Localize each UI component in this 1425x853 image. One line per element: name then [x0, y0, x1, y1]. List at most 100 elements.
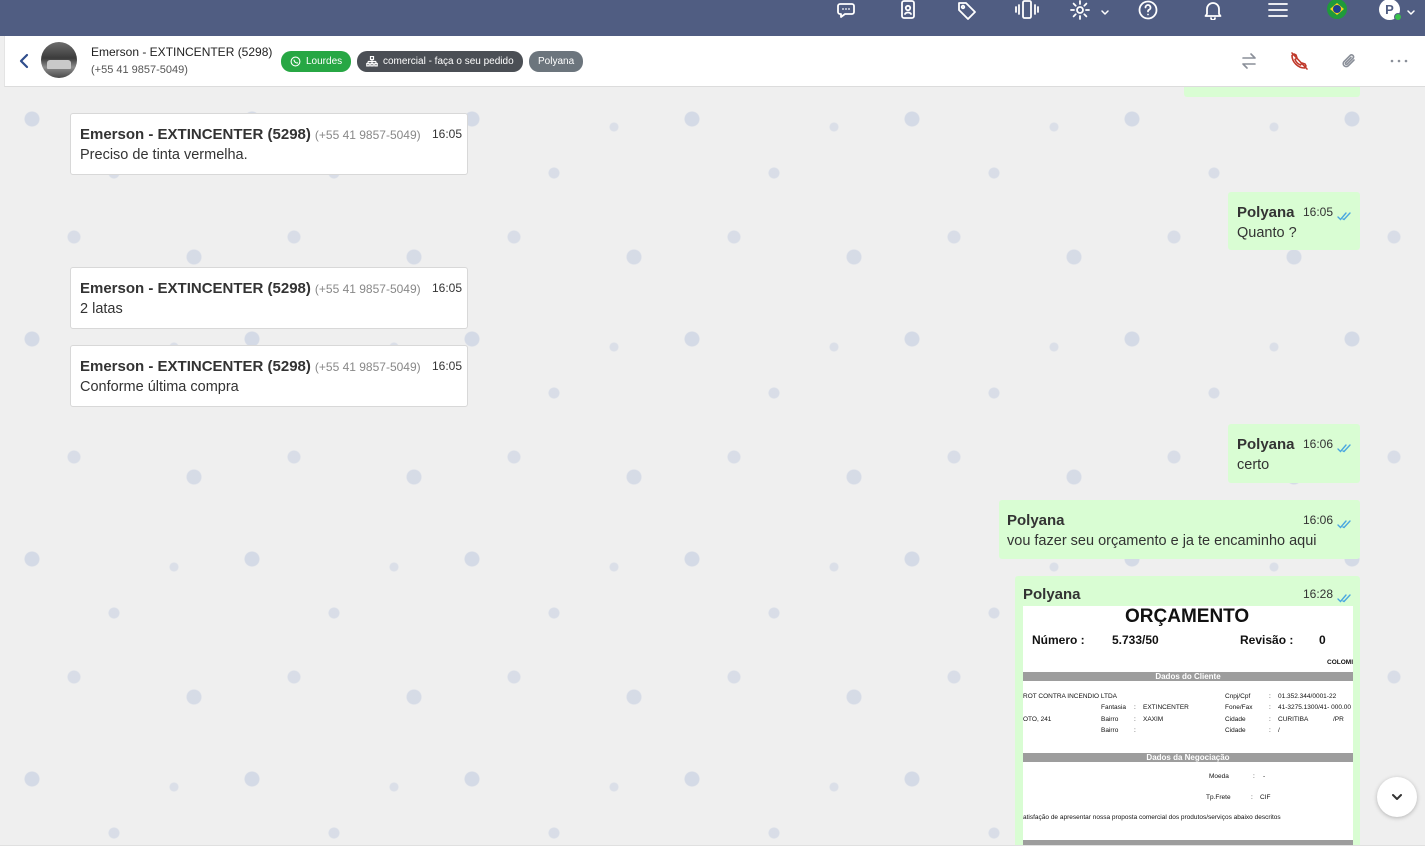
message-sender: Polyana — [1237, 436, 1295, 453]
read-check-icon — [1337, 590, 1353, 603]
doc-bairro-value: XAXIM — [1143, 716, 1164, 723]
doc-bairro2-label: Bairro — [1101, 727, 1119, 734]
user-avatar[interactable]: P — [1379, 0, 1402, 21]
contact-avatar[interactable] — [41, 42, 77, 78]
message-sender-phone: (+55 41 9857-5049) — [314, 360, 421, 374]
doc-corner-text: COLOMI — [1327, 659, 1353, 666]
scroll-to-bottom-button[interactable] — [1377, 777, 1417, 817]
brazil-flag-icon[interactable] — [1327, 0, 1347, 19]
doc-fantasia-value: EXTINCENTER — [1143, 704, 1189, 711]
doc-client-name: ROT CONTRA INCENDIO LTDA — [1023, 693, 1118, 700]
message-sender: Polyana — [1007, 512, 1065, 529]
hamburger-menu-icon[interactable] — [1266, 0, 1290, 20]
paperclip-icon[interactable] — [1339, 51, 1359, 71]
doc-numero-value: 5.733/50 — [1112, 633, 1159, 647]
doc-colon: : — [1269, 704, 1271, 711]
message-text: Quanto ? — [1237, 225, 1297, 241]
contacts-book-icon[interactable] — [896, 0, 920, 20]
doc-cidade-label: Cidade — [1225, 716, 1246, 723]
doc-colon: : — [1269, 727, 1271, 734]
chat-bubbles-icon[interactable] — [836, 0, 860, 20]
message-time: 16:05 — [432, 359, 463, 373]
doc-title: ORÇAMENTO — [1125, 606, 1250, 627]
doc-frete-value: CIF — [1260, 794, 1271, 801]
doc-colon: : — [1251, 794, 1253, 801]
doc-colon: : — [1253, 773, 1255, 780]
tag-label: comercial - faça o seu pedido — [383, 56, 514, 67]
message-outgoing[interactable]: Polyana 16:06 certo — [1228, 424, 1360, 483]
tag-label: Polyana — [538, 56, 575, 67]
phone-vibrate-icon[interactable] — [1015, 0, 1039, 20]
message-sender-phone: (+55 41 9857-5049) — [314, 282, 421, 296]
message-sender: Emerson - EXTINCENTER (5298) (+55 41 9857… — [80, 126, 421, 143]
doc-frete-label: Tp.Frete — [1206, 794, 1231, 801]
message-time: 16:06 — [1303, 513, 1334, 527]
contact-phone: (+55 41 9857-5049) — [91, 64, 188, 76]
message-incoming[interactable]: Emerson - EXTINCENTER (5298) (+55 41 9857… — [70, 113, 468, 175]
contact-name: Emerson - EXTINCENTER (5298) — [91, 45, 273, 59]
transfer-icon[interactable] — [1239, 51, 1259, 71]
chevron-down-icon[interactable] — [1100, 3, 1110, 15]
doc-cidade2-value: / — [1278, 727, 1280, 734]
doc-intro-text: atisfação de apresentar nossa proposta c… — [1023, 814, 1281, 821]
message-outgoing-image[interactable]: Polyana 16:28 ORÇAMENTO Número : 5.733/5… — [1015, 576, 1360, 845]
hangup-icon[interactable] — [1289, 51, 1309, 71]
top-app-bar: P — [0, 0, 1425, 36]
doc-revisao-value: 0 — [1319, 633, 1326, 647]
message-incoming[interactable]: Emerson - EXTINCENTER (5298) (+55 41 9857… — [70, 345, 468, 407]
doc-moeda-value: - — [1263, 773, 1266, 780]
read-check-icon — [1337, 208, 1353, 221]
message-sender: Emerson - EXTINCENTER (5298) (+55 41 9857… — [80, 280, 421, 297]
doc-colon: : — [1134, 704, 1136, 711]
tag-icon[interactable] — [955, 0, 979, 20]
doc-address: OTO, 241 — [1023, 716, 1052, 723]
message-sender: Polyana — [1023, 586, 1081, 603]
doc-section-client: Dados do Cliente — [1023, 672, 1353, 681]
doc-cnpj-value: 01.352.344/0001-22 — [1278, 693, 1337, 700]
back-arrow-icon[interactable] — [17, 52, 31, 70]
more-options-icon[interactable] — [1389, 51, 1409, 71]
bell-icon[interactable] — [1201, 0, 1225, 20]
help-icon[interactable] — [1136, 0, 1160, 20]
doc-fone-label: Fone/Fax — [1225, 704, 1253, 711]
doc-colon: : — [1269, 716, 1271, 723]
message-sender: Polyana — [1237, 204, 1295, 221]
user-initial: P — [1385, 2, 1394, 17]
tag-agent[interactable]: Polyana — [529, 51, 584, 72]
message-text: Preciso de tinta vermelha. — [80, 147, 248, 163]
composer-strip — [0, 845, 1425, 853]
messages-area[interactable]: Emerson - EXTINCENTER (5298) (+55 41 9857… — [4, 87, 1425, 845]
doc-cidade-value: CURITIBA — [1278, 716, 1309, 723]
tag-lourdes[interactable]: Lourdes — [281, 51, 352, 72]
message-text: certo — [1237, 457, 1270, 473]
gear-icon[interactable] — [1068, 0, 1092, 20]
message-sender: Emerson - EXTINCENTER (5298) (+55 41 9857… — [80, 358, 421, 375]
message-time: 16:05 — [432, 281, 463, 295]
doc-cnpj-label: Cnpj/Cpf — [1225, 693, 1251, 700]
quote-document-image[interactable]: ORÇAMENTO Número : 5.733/50 Revisão : 0 … — [1023, 606, 1353, 845]
message-text: vou fazer seu orçamento e ja te encaminh… — [1007, 533, 1317, 549]
online-status-icon — [1394, 13, 1402, 21]
message-outgoing[interactable]: Polyana 16:05 Quanto ? — [1228, 192, 1360, 250]
doc-colon: : — [1134, 716, 1136, 723]
doc-fantasia-label: Fantasia — [1101, 704, 1126, 711]
doc-uf-value: /PR — [1333, 716, 1344, 723]
message-time: 16:05 — [432, 127, 463, 141]
message-incoming[interactable]: Emerson - EXTINCENTER (5298) (+55 41 9857… — [70, 267, 468, 329]
message-text: 2 latas — [80, 301, 123, 317]
sitemap-icon — [366, 56, 378, 67]
message-time: 16:06 — [1303, 437, 1334, 451]
message-time: 16:05 — [1303, 205, 1334, 219]
doc-section-negotiation: Dados da Negociação — [1023, 753, 1353, 762]
doc-fone-value: 41-3275.1300/41- 000.00 — [1278, 704, 1352, 711]
message-sender-phone: (+55 41 9857-5049) — [314, 128, 421, 142]
user-menu-chevron-icon[interactable] — [1406, 3, 1416, 15]
doc-bairro-label: Bairro — [1101, 716, 1119, 723]
tag-department[interactable]: comercial - faça o seu pedido — [357, 51, 523, 72]
doc-colon: : — [1269, 693, 1271, 700]
tag-label: Lourdes — [306, 56, 343, 67]
chat-header: Emerson - EXTINCENTER (5298) (+55 41 985… — [4, 36, 1425, 87]
message-time: 16:28 — [1303, 587, 1334, 601]
chevron-down-icon — [1392, 794, 1402, 800]
message-outgoing[interactable]: Polyana 16:06 vou fazer seu orçamento e … — [999, 500, 1360, 559]
